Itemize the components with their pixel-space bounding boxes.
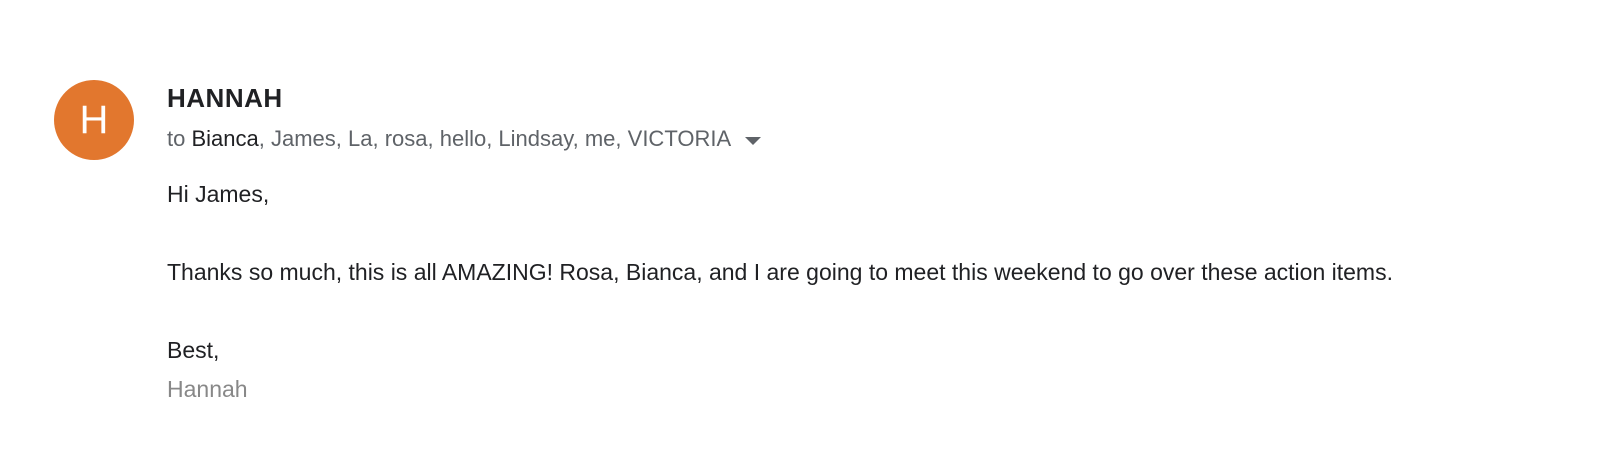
sender-avatar[interactable]: H [54, 80, 134, 160]
caret-down-icon[interactable] [745, 136, 762, 145]
recipient-first[interactable]: Bianca [191, 126, 258, 152]
email-closing: Best, [167, 337, 220, 363]
email-message: H HANNAH to Bianca, James, La, rosa, hel… [0, 0, 1609, 473]
recipients-line: to Bianca, James, La, rosa, hello, Linds… [167, 126, 762, 152]
email-greeting: Hi James, [167, 181, 270, 207]
email-signature: Hannah [167, 376, 248, 402]
sender-name[interactable]: HANNAH [167, 83, 283, 114]
recipients-rest: , James, La, rosa, hello, Lindsay, me, V… [258, 126, 732, 151]
avatar-letter: H [79, 98, 109, 142]
recipients-prefix: to [167, 126, 186, 151]
email-paragraph: Thanks so much, this is all AMAZING! Ros… [167, 259, 1393, 285]
